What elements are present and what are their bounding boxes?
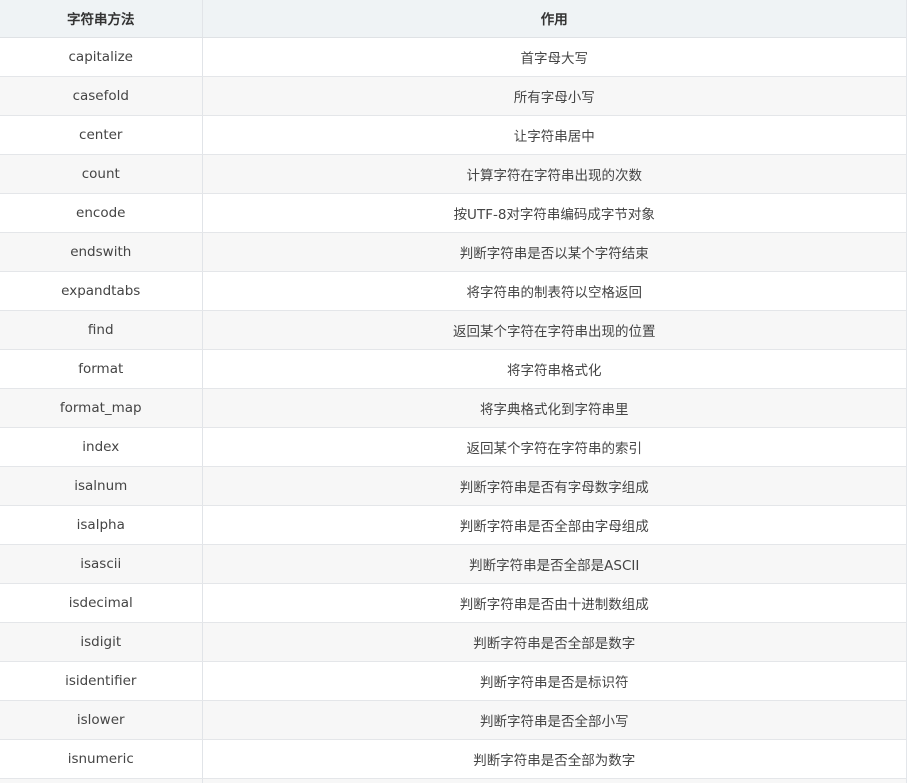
method-name-cell: find (0, 310, 203, 350)
table-row: count 计算字符在字符串出现的次数 (0, 154, 906, 194)
method-name-cell: encode (0, 193, 203, 233)
method-purpose-cell: 判断字符串是否以某个字符结束 (202, 232, 906, 272)
method-purpose-cell: 判断字符串是否全部是数字 (202, 622, 906, 662)
method-name-cell: endswith (0, 232, 203, 272)
table-row: isascii 判断字符串是否全部是ASCII (0, 544, 906, 584)
table-row: format_map 将字典格式化到字符串里 (0, 388, 906, 428)
method-purpose-cell: 判断字符串是否全部为数字 (202, 739, 906, 779)
table-row: islower 判断字符串是否全部小写 (0, 700, 906, 740)
method-name-cell: casefold (0, 76, 203, 116)
method-purpose-cell: 所有字母小写 (202, 76, 906, 116)
table-header: 字符串方法 作用 (0, 0, 906, 38)
table-row: capitalize 首字母大写 (0, 37, 906, 77)
method-purpose-cell: 判断字符串是否有字母数字组成 (202, 466, 906, 506)
method-name-cell (0, 778, 203, 783)
method-name-cell: isdigit (0, 622, 203, 662)
method-name-cell: isalpha (0, 505, 203, 545)
table-row: index 返回某个字符在字符串的索引 (0, 427, 906, 467)
method-name-cell: format (0, 349, 203, 389)
method-name-cell: expandtabs (0, 271, 203, 311)
string-methods-table: 字符串方法 作用 capitalize 首字母大写 casefold 所有字母小写 ce… (0, 0, 906, 783)
column-header-purpose: 作用 (202, 0, 906, 38)
method-purpose-cell: 判断字符串是否全部由字母组成 (202, 505, 906, 545)
table-row: center 让字符串居中 (0, 115, 906, 155)
method-name-cell: isnumeric (0, 739, 203, 779)
table-row: expandtabs 将字符串的制表符以空格返回 (0, 271, 906, 311)
method-purpose-cell: 返回某个字符在字符串出现的位置 (202, 310, 906, 350)
method-purpose-cell: 判断字符串是否由十进制数组成 (202, 583, 906, 623)
method-name-cell: capitalize (0, 37, 203, 77)
table-row: encode 按UTF-8对字符串编码成字节对象 (0, 193, 906, 233)
method-purpose-cell: 将字符串格式化 (202, 349, 906, 389)
method-name-cell: isalnum (0, 466, 203, 506)
table-header-row: 字符串方法 作用 (0, 0, 906, 38)
method-name-cell: isascii (0, 544, 203, 584)
table-row: format 将字符串格式化 (0, 349, 906, 389)
table-row: find 返回某个字符在字符串出现的位置 (0, 310, 906, 350)
method-purpose-cell: 首字母大写 (202, 37, 906, 77)
method-name-cell: isidentifier (0, 661, 203, 701)
table-body: capitalize 首字母大写 casefold 所有字母小写 center 让字符串居… (0, 37, 906, 783)
method-purpose-cell: 按UTF-8对字符串编码成字节对象 (202, 193, 906, 233)
method-name-cell: format_map (0, 388, 203, 428)
method-name-cell: center (0, 115, 203, 155)
method-purpose-cell: 计算字符在字符串出现的次数 (202, 154, 906, 194)
table-row: endswith 判断字符串是否以某个字符结束 (0, 232, 906, 272)
table-row: casefold 所有字母小写 (0, 76, 906, 116)
method-purpose-cell: 判断字符串是否全部小写 (202, 700, 906, 740)
table-row: isalpha 判断字符串是否全部由字母组成 (0, 505, 906, 545)
method-name-cell: index (0, 427, 203, 467)
method-name-cell: isdecimal (0, 583, 203, 623)
method-purpose-cell: 判断字符串是否全部是ASCII (202, 544, 906, 584)
table-row (0, 778, 906, 783)
method-purpose-cell: 判断字符串是否是标识符 (202, 661, 906, 701)
method-name-cell: count (0, 154, 203, 194)
table-row: isdigit 判断字符串是否全部是数字 (0, 622, 906, 662)
string-methods-table-container: 字符串方法 作用 capitalize 首字母大写 casefold 所有字母小写 ce… (0, 0, 907, 783)
method-purpose-cell: 让字符串居中 (202, 115, 906, 155)
method-purpose-cell (202, 778, 906, 783)
method-purpose-cell: 将字符串的制表符以空格返回 (202, 271, 906, 311)
table-row: isnumeric 判断字符串是否全部为数字 (0, 739, 906, 779)
method-name-cell: islower (0, 700, 203, 740)
method-purpose-cell: 返回某个字符在字符串的索引 (202, 427, 906, 467)
column-header-method: 字符串方法 (0, 0, 203, 38)
table-row: isidentifier 判断字符串是否是标识符 (0, 661, 906, 701)
table-row: isalnum 判断字符串是否有字母数字组成 (0, 466, 906, 506)
method-purpose-cell: 将字典格式化到字符串里 (202, 388, 906, 428)
table-row: isdecimal 判断字符串是否由十进制数组成 (0, 583, 906, 623)
